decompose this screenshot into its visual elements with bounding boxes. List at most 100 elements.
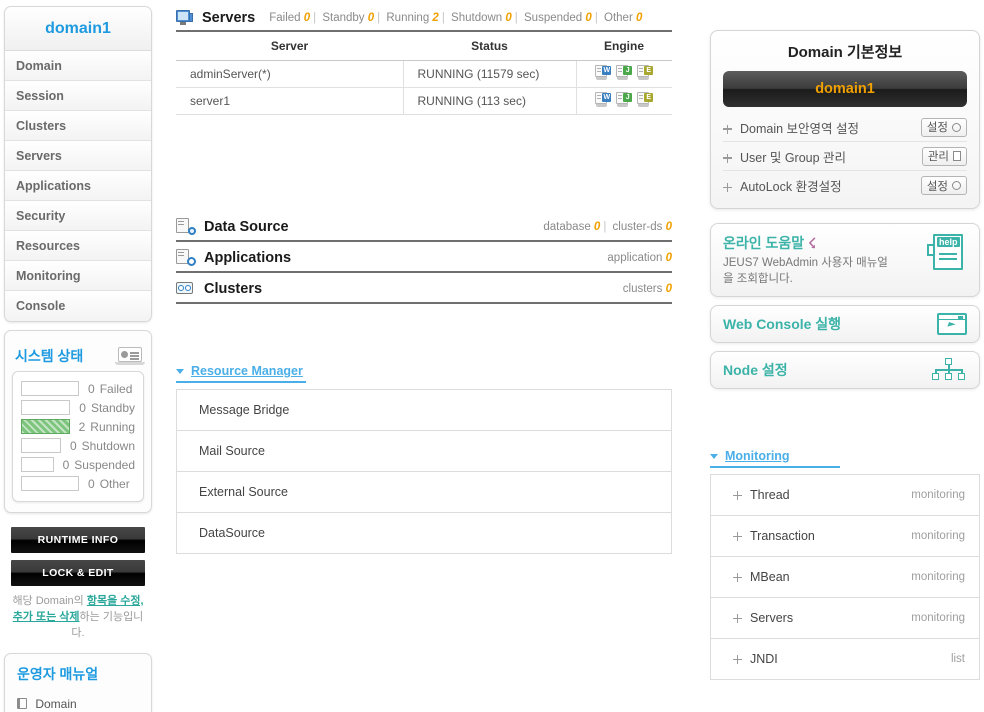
book-icon — [17, 697, 27, 709]
meta-label-clusters: clusters — [622, 282, 663, 295]
online-help-title-text: 온라인 도움말 — [723, 235, 805, 251]
server-name: adminServer(*) — [176, 60, 404, 88]
count-label-shutdown: Shutdown — [451, 12, 503, 24]
resource-manager-header[interactable]: Resource Manager — [176, 364, 306, 383]
bullet-icon — [723, 124, 732, 134]
status-row-running: 2 Running — [21, 417, 135, 436]
jms-engine-icon[interactable]: J — [616, 65, 633, 80]
info-row-label: User 및 Group 관리 — [740, 150, 847, 165]
security-settings-button[interactable]: 설정 — [920, 117, 967, 137]
info-row-label: AutoLock 환경설정 — [740, 180, 842, 194]
list-item-label: Servers — [750, 611, 794, 625]
meta-value-application: 0 — [665, 251, 672, 264]
chevron-down-icon — [710, 453, 718, 459]
monitoring-title: Monitoring — [725, 449, 790, 463]
domain-name-chip: domain1 — [723, 71, 967, 107]
info-row-user-group[interactable]: User 및 Group 관리 관리 — [723, 142, 967, 171]
monitoring-header[interactable]: Monitoring — [710, 449, 840, 468]
online-help-description: JEUS7 WebAdmin 사용자 매뉴얼을 조회합니다. — [723, 257, 888, 285]
user-group-manage-button[interactable]: 관리 — [921, 146, 967, 166]
status-row-failed: 0 Failed — [21, 379, 135, 398]
list-item-transaction[interactable]: Transaction monitoring — [711, 516, 979, 557]
table-row[interactable]: server1 RUNNING (113 sec) W J E — [176, 87, 672, 115]
operator-manual-title: 운영자 매뉴얼 — [17, 666, 99, 682]
status-bar — [21, 419, 70, 434]
web-console-launch-row[interactable]: Web Console 실행 — [710, 305, 980, 343]
server-status: RUNNING (113 sec) — [403, 87, 577, 115]
list-item-servers[interactable]: Servers monitoring — [711, 598, 979, 639]
sidebar-item-security[interactable]: Security — [5, 201, 151, 231]
info-row-security-domain[interactable]: Domain 보안영역 설정 설정 — [723, 113, 967, 142]
column-header-status: Status — [403, 32, 576, 61]
status-row-standby: 0 Standby — [21, 398, 135, 417]
manual-item-domain[interactable]: Domain — [17, 693, 139, 712]
bullet-icon — [733, 491, 742, 500]
lock-and-edit-button[interactable]: LOCK & EDIT — [11, 560, 145, 586]
list-item-mbean[interactable]: MBean monitoring — [711, 557, 979, 598]
gear-icon — [952, 122, 961, 132]
section-data-source[interactable]: Data Source database 0 | cluster-ds 0 — [176, 211, 672, 242]
count-value-failed: 0 — [303, 12, 311, 24]
bullet-icon — [733, 614, 742, 623]
list-item-external-source[interactable]: External Source — [177, 472, 671, 513]
sidebar-item-resources[interactable]: Resources — [5, 231, 151, 261]
column-header-engine: Engine — [576, 32, 672, 61]
monitoring-section: Monitoring Thread monitoring Transaction… — [710, 449, 980, 680]
ejb-engine-icon[interactable]: E — [637, 65, 654, 80]
sidebar-item-clusters[interactable]: Clusters — [5, 111, 151, 141]
status-count: 0 — [69, 438, 77, 453]
laptop-chart-icon — [115, 346, 145, 366]
web-console-label: Web Console 실행 — [723, 316, 842, 332]
server-engines: W J E — [576, 60, 672, 88]
column-header-server: Server — [176, 32, 403, 61]
list-item-mail-source[interactable]: Mail Source — [177, 431, 671, 472]
sidebar-nav-panel: domain1 Domain Session Clusters Servers … — [4, 6, 152, 322]
node-settings-row[interactable]: Node 설정 — [710, 351, 980, 389]
bullet-icon — [733, 573, 742, 582]
sidebar-item-servers[interactable]: Servers — [5, 141, 151, 171]
jms-engine-icon[interactable]: J — [616, 92, 633, 107]
list-item-datasource[interactable]: DataSource — [177, 513, 671, 554]
sidebar-item-domain[interactable]: Domain — [5, 51, 151, 81]
section-title: Clusters — [204, 280, 263, 297]
count-value-other: 0 — [635, 12, 643, 24]
info-row-autolock[interactable]: AutoLock 환경설정 설정 — [723, 171, 967, 200]
system-state-header: 시스템 상태 — [5, 341, 151, 371]
list-item-jndi[interactable]: JNDI list — [711, 639, 979, 680]
section-applications[interactable]: Applications application 0 — [176, 242, 672, 273]
count-label-standby: Standby — [322, 12, 365, 24]
operator-manual-panel: 운영자 매뉴얼 Domain Server 더보기 — [4, 653, 152, 712]
runtime-info-button[interactable]: RUNTIME INFO — [11, 527, 145, 553]
sidebar-item-console[interactable]: Console — [5, 291, 151, 321]
list-item-action[interactable]: monitoring — [911, 489, 965, 501]
list-item-action[interactable]: monitoring — [911, 612, 965, 624]
sidebar-item-label: Domain — [16, 59, 62, 73]
dashboard-page: domain1 Domain Session Clusters Servers … — [0, 0, 984, 712]
list-item-action[interactable]: monitoring — [911, 530, 965, 542]
list-item-action[interactable]: list — [951, 653, 965, 665]
sidebar-item-applications[interactable]: Applications — [5, 171, 151, 201]
list-item-action[interactable]: monitoring — [911, 571, 965, 583]
online-help-card[interactable]: 온라인 도움말 ☇ JEUS7 WebAdmin 사용자 매뉴얼을 조회합니다.… — [710, 223, 980, 297]
autolock-settings-button[interactable]: 설정 — [920, 176, 967, 195]
count-label-running: Running — [386, 12, 430, 24]
web-engine-icon[interactable]: W — [595, 92, 612, 107]
system-state-panel: 시스템 상태 0 Failed 0 Standby 2 Running 0 Sh… — [4, 330, 152, 513]
ejb-engine-icon[interactable]: E — [637, 92, 654, 107]
section-clusters[interactable]: Clusters clusters 0 — [176, 273, 672, 304]
list-item-message-bridge[interactable]: Message Bridge — [177, 390, 671, 431]
status-count: 0 — [79, 400, 86, 415]
meta-label-cluster-ds: cluster-ds — [612, 220, 663, 233]
sidebar-item-monitoring[interactable]: Monitoring — [5, 261, 151, 291]
table-row[interactable]: adminServer(*) RUNNING (11579 sec) W J E — [176, 60, 672, 88]
servers-table: Server Status Engine adminServer(*) RUNN… — [176, 32, 672, 115]
count-label-suspended: Suspended — [524, 12, 583, 24]
mini-btn-label: 관리 — [927, 151, 949, 163]
status-bar — [21, 476, 79, 491]
sidebar-item-session[interactable]: Session — [5, 81, 151, 111]
sidebar-domain-title: domain1 — [5, 7, 151, 51]
node-tree-icon — [931, 358, 967, 382]
list-item-thread[interactable]: Thread monitoring — [711, 475, 979, 516]
web-engine-icon[interactable]: W — [595, 65, 612, 80]
cluster-icon — [176, 280, 196, 297]
